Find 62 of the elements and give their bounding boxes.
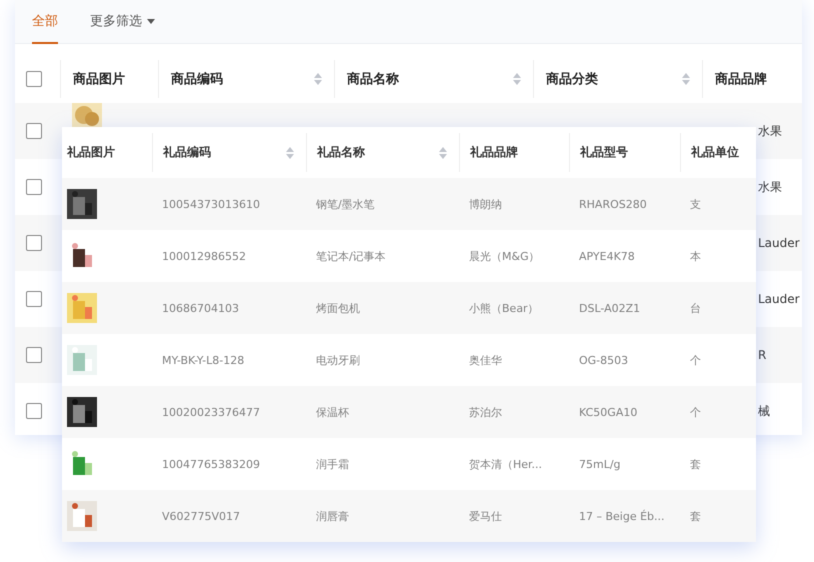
table-cell: R bbox=[758, 348, 766, 362]
column-header: 礼品品牌 bbox=[470, 144, 518, 161]
table-cell: 爱马仕 bbox=[469, 508, 502, 524]
table-cell: 套 bbox=[690, 508, 701, 524]
column-header: 商品品牌 bbox=[715, 70, 767, 88]
table-cell: 奥佳华 bbox=[469, 352, 502, 368]
table-cell: 水果 bbox=[758, 122, 782, 140]
column-header: 礼品名称 bbox=[317, 144, 365, 161]
checkbox[interactable] bbox=[26, 235, 42, 251]
table-cell: 个 bbox=[690, 352, 701, 368]
table-cell: 贺本清（Her... bbox=[469, 456, 542, 472]
table-cell: RHAROS280 bbox=[579, 198, 647, 210]
checkbox[interactable] bbox=[26, 347, 42, 363]
table-cell: 电动牙刷 bbox=[316, 352, 360, 368]
tab[interactable]: 全部 bbox=[32, 0, 58, 44]
checkbox[interactable] bbox=[26, 179, 42, 195]
table-cell: MY-BK-Y-L8-128 bbox=[162, 354, 244, 366]
table-cell: 笔记本/记事本 bbox=[316, 248, 386, 264]
checkbox[interactable] bbox=[26, 123, 42, 139]
table-cell: 润唇膏 bbox=[316, 508, 349, 524]
table-cell: 75mL/g bbox=[579, 458, 621, 470]
table-cell: 械 bbox=[758, 402, 770, 420]
table-cell: 17 – Beige Éb... bbox=[579, 510, 665, 522]
table-cell: 个 bbox=[690, 404, 701, 420]
table-cell: Lauder bbox=[758, 236, 800, 250]
table-cell: 钢笔/墨水笔 bbox=[316, 196, 375, 212]
table-cell: 小熊（Bear） bbox=[469, 300, 539, 316]
table-cell: Lauder bbox=[758, 292, 800, 306]
column-header: 礼品单位 bbox=[691, 144, 739, 161]
table-cell: 博朗纳 bbox=[469, 196, 502, 212]
column-header: 商品编码 bbox=[171, 70, 223, 88]
table-cell: 10054373013610 bbox=[162, 198, 260, 210]
table-cell: V602775V017 bbox=[162, 510, 240, 522]
table-cell: OG-8503 bbox=[579, 354, 628, 366]
table-cell: DSL-A02Z1 bbox=[579, 302, 640, 314]
column-header: 商品名称 bbox=[347, 70, 399, 88]
table-cell: KC50GA10 bbox=[579, 406, 638, 418]
caret-icon bbox=[147, 18, 155, 24]
table-cell: APYE4K78 bbox=[579, 250, 635, 262]
table-cell: 套 bbox=[690, 456, 701, 472]
table-cell: 本 bbox=[690, 248, 701, 264]
checkbox[interactable] bbox=[26, 291, 42, 307]
checkbox[interactable] bbox=[26, 71, 42, 87]
table-cell: 润手霜 bbox=[316, 456, 349, 472]
filter-dropdown[interactable]: 更多筛选 bbox=[90, 0, 155, 44]
table-cell: 水果 bbox=[758, 178, 782, 196]
column-header: 礼品图片 bbox=[67, 144, 115, 161]
table-cell: 10020023376477 bbox=[162, 406, 260, 418]
column-header: 商品分类 bbox=[546, 70, 598, 88]
table-cell: 苏泊尔 bbox=[469, 404, 502, 420]
table-cell: 支 bbox=[690, 196, 701, 212]
column-header: 商品图片 bbox=[73, 70, 125, 88]
table-cell: 10686704103 bbox=[162, 302, 239, 314]
table-cell: 台 bbox=[690, 300, 701, 316]
table-cell: 保温杯 bbox=[316, 404, 349, 420]
table-cell: 100012986552 bbox=[162, 250, 246, 262]
column-header: 礼品编码 bbox=[163, 144, 211, 161]
column-header: 礼品型号 bbox=[580, 144, 628, 161]
checkbox[interactable] bbox=[26, 403, 42, 419]
table-cell: 10047765383209 bbox=[162, 458, 260, 470]
table-cell: 烤面包机 bbox=[316, 300, 360, 316]
table-cell: 晨光（M&G） bbox=[469, 248, 540, 264]
